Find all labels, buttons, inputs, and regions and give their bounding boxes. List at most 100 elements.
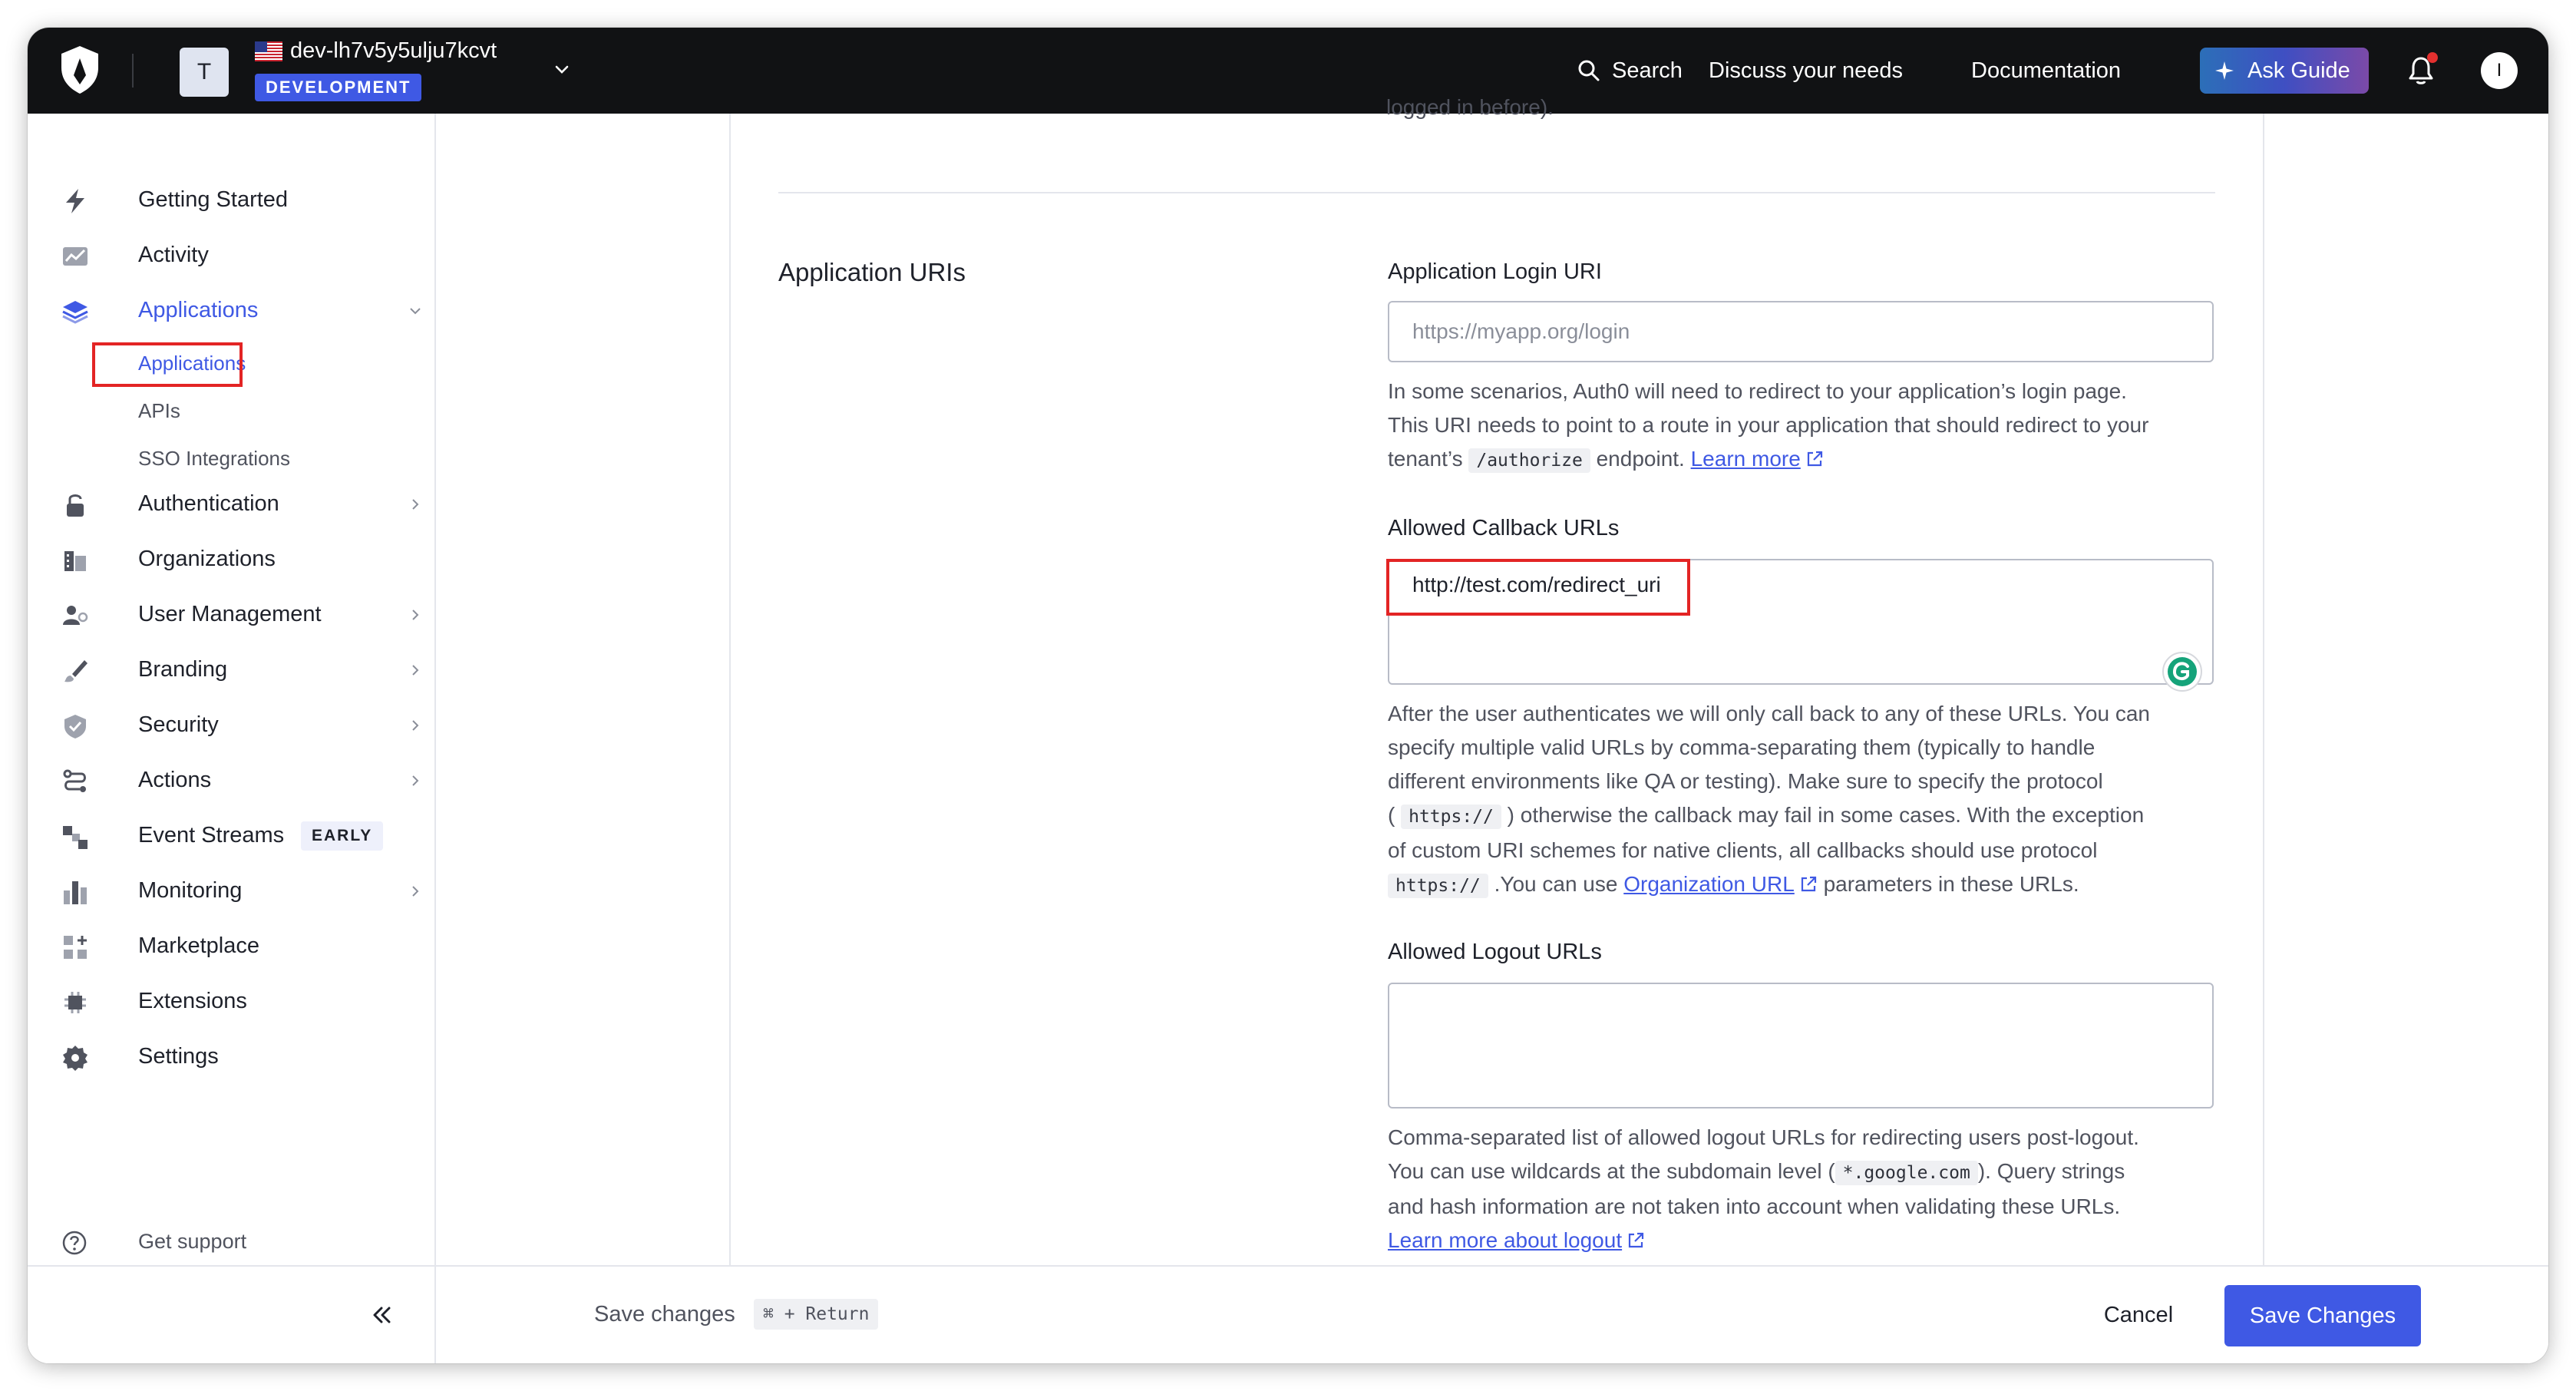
search-link[interactable]: Search	[1612, 28, 1683, 114]
sparkle-icon	[2215, 61, 2234, 80]
get-support-label: Get support	[138, 1230, 247, 1253]
sidebar-item-settings[interactable]: Settings	[61, 1035, 430, 1078]
highlight-box	[1386, 559, 1690, 616]
topbar-divider	[132, 54, 134, 88]
chevron-down-icon[interactable]	[553, 60, 571, 78]
save-changes-hint: Save changes	[594, 1302, 735, 1327]
sidebar-item-label: Applications	[138, 298, 259, 322]
help-text: (	[1388, 803, 1395, 827]
sidebar-item-label: Settings	[138, 1044, 219, 1069]
sidebar-item-actions[interactable]: Actions	[61, 758, 430, 801]
sidebar-subitem-apis[interactable]: APIs	[138, 399, 180, 423]
tenant-name[interactable]: dev-lh7v5y5ulju7kcvt	[290, 38, 497, 64]
collapse-sidebar-icon[interactable]	[368, 1302, 395, 1328]
ask-guide-label: Ask Guide	[2247, 58, 2350, 83]
chevron-right-icon	[412, 499, 419, 510]
section-divider	[778, 192, 2215, 193]
sidebar-item-monitoring[interactable]: Monitoring	[61, 869, 430, 912]
discuss-needs-link[interactable]: Discuss your needs	[1709, 28, 1903, 114]
chip-icon	[64, 992, 86, 1013]
help-line: tenant’s /authorize endpoint. Learn more	[1388, 442, 2224, 477]
cancel-button[interactable]: Cancel	[2092, 1290, 2185, 1340]
help-text: .You can use	[1494, 872, 1618, 896]
sidebar-item-label: Extensions	[138, 989, 247, 1013]
activity-chart-icon	[63, 247, 88, 266]
content-column-border-left	[729, 114, 731, 1265]
logout-urls-label: Allowed Logout URLs	[1388, 940, 1602, 964]
chevron-down-icon	[410, 308, 421, 315]
tenant-avatar[interactable]: T	[180, 48, 229, 97]
layers-icon	[62, 301, 88, 324]
auth0-logo-icon[interactable]	[57, 45, 103, 95]
top-bar: T dev-lh7v5y5ulju7kcvt DEVELOPMENT Searc…	[28, 28, 2548, 114]
sidebar-item-getting-started[interactable]: Getting Started	[61, 178, 430, 221]
building-icon	[64, 551, 86, 571]
logout-urls-textarea[interactable]	[1388, 983, 2214, 1109]
keyboard-shortcut: ⌘ + Return	[754, 1299, 879, 1330]
external-link-icon[interactable]	[1627, 1231, 1645, 1250]
highlight-box	[92, 342, 243, 387]
environment-badge: DEVELOPMENT	[255, 74, 422, 101]
content-column-border-right	[2263, 114, 2264, 1265]
user-avatar[interactable]: I	[2481, 52, 2518, 89]
external-link-icon[interactable]	[1805, 450, 1824, 468]
sidebar-item-label: Organizations	[138, 547, 276, 571]
help-line: After the user authenticates we will onl…	[1388, 702, 2151, 725]
help-text: tenant’s	[1388, 447, 1463, 471]
grid-plus-icon	[64, 936, 87, 959]
event-streams-icon	[63, 826, 88, 849]
lock-icon	[67, 494, 84, 517]
help-line: Learn more about logout	[1388, 1224, 2224, 1257]
sidebar-item-organizations[interactable]: Organizations	[61, 537, 430, 580]
https-protocol-code: https://	[1401, 805, 1501, 829]
external-link-icon[interactable]	[1799, 875, 1818, 894]
help-line: Comma-separated list of allowed logout U…	[1388, 1125, 2139, 1149]
shield-check-icon	[64, 715, 86, 738]
organization-url-link[interactable]: Organization URL	[1623, 872, 1795, 896]
help-line: You can use wildcards at the subdomain l…	[1388, 1155, 2224, 1190]
help-text: ). Query strings	[1977, 1159, 2125, 1183]
callback-urls-help: After the user authenticates we will onl…	[1388, 697, 2224, 903]
wildcard-code: *.google.com	[1835, 1161, 1978, 1185]
ask-guide-button[interactable]: Ask Guide	[2200, 48, 2369, 94]
chevron-right-icon	[412, 886, 419, 897]
bar-chart-icon	[64, 881, 87, 904]
chevron-right-icon	[412, 775, 419, 786]
sidebar-item-label: Activity	[138, 243, 209, 267]
help-line: https:// .You can use Organization URL p…	[1388, 867, 2224, 903]
learn-more-logout-link[interactable]: Learn more about logout	[1388, 1228, 1622, 1252]
gear-icon	[63, 1046, 88, 1071]
grammarly-icon[interactable]	[2162, 651, 2203, 692]
sidebar-item-label: Security	[138, 712, 219, 737]
sidebar-item-event-streams[interactable]: Event Streams EARLY	[61, 814, 430, 857]
sidebar-item-branding[interactable]: Branding	[61, 648, 430, 691]
login-uri-input[interactable]: https://myapp.org/login	[1388, 301, 2214, 362]
help-text: ) otherwise the callback may fail in som…	[1507, 803, 2145, 827]
flow-icon	[63, 769, 86, 792]
search-icon[interactable]	[1577, 58, 1601, 83]
callback-urls-label: Allowed Callback URLs	[1388, 516, 1620, 540]
save-changes-button[interactable]: Save Changes	[2224, 1285, 2421, 1346]
login-uri-label: Application Login URI	[1388, 259, 1602, 284]
sidebar-item-label: Event Streams	[138, 823, 285, 847]
documentation-link[interactable]: Documentation	[1971, 28, 2121, 114]
lightning-icon	[66, 189, 84, 213]
sidebar-item-authentication[interactable]: Authentication	[61, 482, 430, 525]
app-window: T dev-lh7v5y5ulju7kcvt DEVELOPMENT Searc…	[28, 28, 2548, 1363]
sidebar-item-security[interactable]: Security	[61, 703, 430, 746]
sidebar-item-user-management[interactable]: User Management	[61, 593, 430, 636]
learn-more-link[interactable]: Learn more	[1691, 447, 1801, 471]
sidebar-item-label: Marketplace	[138, 933, 259, 958]
chevron-right-icon	[412, 610, 419, 620]
login-uri-help: In some scenarios, Auth0 will need to re…	[1388, 375, 2224, 477]
sidebar-item-extensions[interactable]: Extensions	[61, 980, 430, 1023]
help-line: This URI needs to point to a route in yo…	[1388, 413, 2149, 437]
sidebar-item-applications[interactable]: Applications	[61, 289, 430, 332]
help-line: and hash information are not taken into …	[1388, 1194, 2121, 1218]
sidebar-item-label: Monitoring	[138, 878, 243, 903]
sidebar-item-activity[interactable]: Activity	[61, 233, 430, 276]
https-protocol-code: https://	[1388, 874, 1488, 898]
help-text: parameters in these URLs.	[1823, 872, 2079, 896]
sidebar-item-marketplace[interactable]: Marketplace	[61, 924, 430, 967]
sidebar-subitem-sso[interactable]: SSO Integrations	[138, 447, 290, 471]
